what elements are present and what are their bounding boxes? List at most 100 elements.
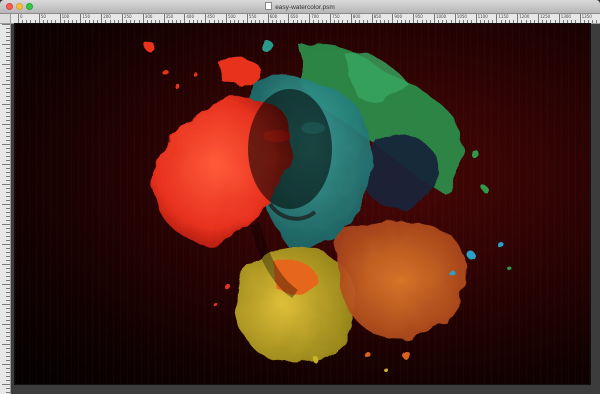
ruler-vertical-tick: [6, 92, 10, 93]
ruler-minor-tick: [379, 20, 381, 23]
ruler-minor-tick: [176, 20, 178, 23]
ruler-minor-tick: [97, 20, 99, 23]
ruler-vertical-tick: [2, 104, 10, 105]
ruler-minor-tick: [155, 20, 157, 23]
ruler-vertical-tick: [2, 244, 10, 245]
ruler-major-tick: [205, 14, 207, 23]
ruler-major-tick: [288, 14, 290, 23]
ruler-minor-tick: [213, 20, 215, 23]
ruler-minor-tick: [271, 20, 273, 23]
ruler-minor-tick: [421, 20, 423, 23]
ruler-major-tick: [184, 14, 186, 23]
ruler-vertical-tick: [2, 64, 10, 65]
ruler-minor-tick: [230, 20, 232, 23]
ruler-vertical-tick: [6, 160, 10, 161]
document-canvas[interactable]: [15, 24, 590, 384]
ruler-major-tick: [538, 14, 539, 23]
ruler-vertical-tick: [6, 72, 10, 73]
ruler-minor-tick: [305, 20, 307, 23]
ruler-minor-tick: [479, 20, 481, 23]
ruler-minor-tick: [384, 20, 386, 23]
ruler-label: 1000: [436, 14, 447, 19]
ruler-vertical-tick: [6, 28, 10, 29]
ruler-minor-tick: [109, 20, 111, 23]
ruler-vertical-tick: [2, 364, 10, 365]
watercolor-portrait-artwork: [145, 40, 512, 371]
app-window: easy-watercolor.psm 0 50 100 150 200 250 300 35…: [0, 0, 600, 394]
ruler-vertical-tick: [6, 216, 10, 217]
ruler-minor-tick: [22, 20, 24, 23]
ruler-major-tick: [434, 14, 435, 23]
ruler-label: 1200: [519, 14, 530, 19]
ruler-vertical-tick: [6, 96, 10, 97]
ruler-minor-tick: [550, 20, 552, 23]
ruler-vertical-tick: [6, 300, 10, 301]
ruler-major-tick: [454, 14, 456, 23]
ruler-vertical-tick: [6, 140, 10, 141]
ruler-vertical-tick: [6, 312, 10, 313]
ruler-vertical-tick: [6, 60, 10, 61]
ruler-vertical-tick: [6, 188, 10, 189]
ruler-vertical-tick: [6, 360, 10, 361]
ruler-vertical-tick: [6, 32, 10, 33]
ruler-major-tick: [101, 14, 103, 23]
ruler-minor-tick: [192, 20, 194, 23]
window-title: easy-watercolor.psm: [0, 2, 600, 12]
ruler-vertical-tick: [6, 76, 10, 77]
horizontal-ruler[interactable]: 0 50 100 150 200 250 300 350 400 450 500 550 600 650 7…: [10, 14, 600, 24]
ruler-minor-tick: [404, 20, 406, 23]
ruler-label: 1150: [498, 14, 509, 19]
ruler-minor-tick: [300, 20, 302, 23]
ruler-vertical-tick: [6, 308, 10, 309]
ruler-minor-tick: [284, 20, 286, 23]
ruler-label: 800: [352, 14, 361, 19]
ruler-minor-tick: [388, 20, 390, 23]
ruler-minor-tick: [521, 20, 523, 23]
ruler-major-tick: [246, 14, 248, 23]
ruler-vertical-tick: [6, 116, 10, 117]
ruler-label: 100: [61, 14, 70, 19]
ruler-vertical-tick: [6, 280, 10, 281]
ruler-minor-tick: [171, 20, 173, 23]
ruler-vertical-tick: [2, 344, 10, 345]
ruler-minor-tick: [201, 20, 203, 23]
ruler-minor-tick: [55, 20, 57, 23]
ruler-vertical-tick: [6, 180, 10, 181]
ruler-vertical-tick: [6, 228, 10, 229]
ruler-minor-tick: [325, 20, 327, 23]
ruler-minor-tick: [359, 20, 361, 23]
ruler-major-tick: [392, 14, 394, 23]
ruler-major-tick: [38, 14, 40, 23]
ruler-vertical-tick: [2, 384, 10, 385]
ruler-vertical-tick: [6, 100, 10, 101]
ruler-minor-tick: [84, 20, 86, 23]
ruler-minor-tick: [47, 20, 49, 23]
ruler-label: 950: [415, 14, 423, 19]
ruler-minor-tick: [529, 20, 531, 23]
ruler-vertical-tick: [6, 136, 10, 137]
ruler-vertical-tick: [6, 208, 10, 209]
ruler-vertical-tick: [6, 320, 10, 321]
ruler-minor-tick: [275, 20, 277, 23]
ruler-minor-tick: [592, 20, 594, 23]
ruler-vertical-tick: [6, 148, 10, 149]
ruler-major-tick: [496, 14, 498, 23]
ruler-vertical-tick: [6, 388, 10, 389]
ruler-vertical-tick: [6, 56, 10, 57]
ruler-vertical-tick: [6, 240, 10, 241]
ruler-minor-tick: [596, 20, 598, 23]
ruler-corner[interactable]: [0, 14, 11, 24]
ruler-minor-tick: [217, 20, 219, 23]
ruler-minor-tick: [259, 20, 261, 23]
ruler-vertical-tick: [2, 44, 10, 45]
ruler-minor-tick: [500, 20, 502, 23]
ruler-label: 400: [186, 14, 195, 19]
ruler-vertical-tick: [6, 220, 10, 221]
ruler-minor-tick: [234, 20, 236, 23]
vertical-ruler[interactable]: [0, 14, 11, 394]
ruler-vertical-tick: [6, 192, 10, 193]
ruler-minor-tick: [167, 20, 169, 23]
ruler-vertical-tick: [6, 372, 10, 373]
title-bar[interactable]: easy-watercolor.psm: [0, 0, 600, 14]
ruler-major-tick: [371, 14, 373, 23]
